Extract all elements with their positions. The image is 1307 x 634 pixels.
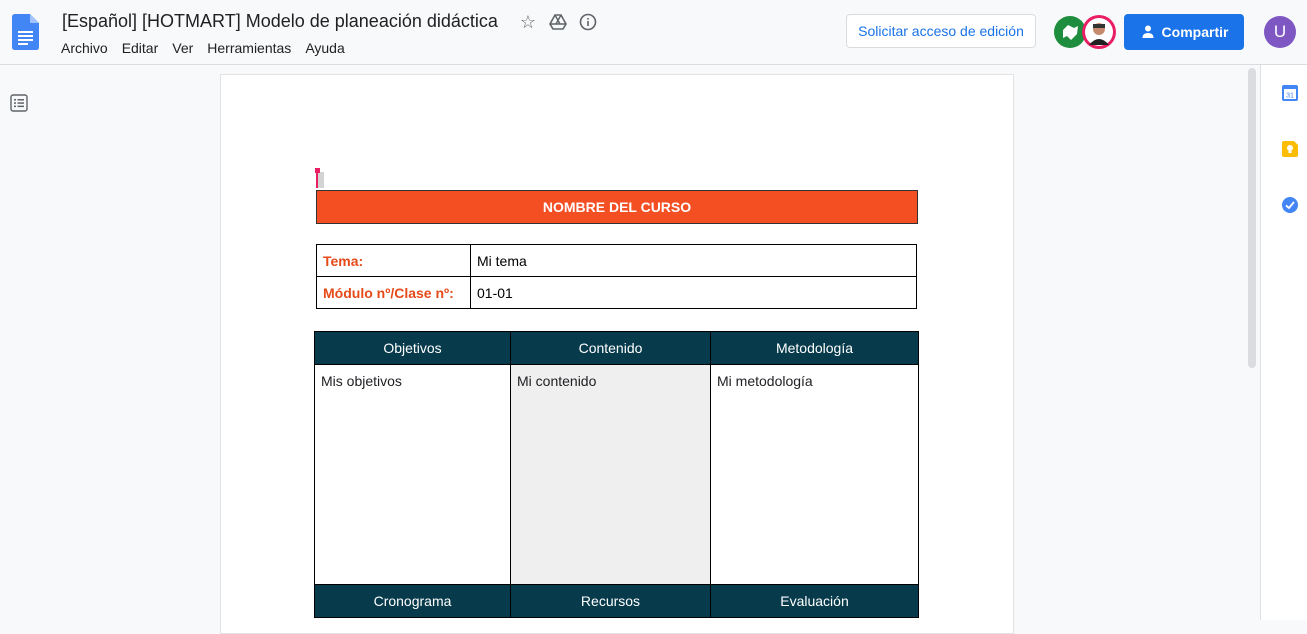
- topic-label[interactable]: Tema:: [316, 244, 471, 277]
- document-outline-icon[interactable]: [10, 94, 28, 112]
- column-header-objetivos[interactable]: Objetivos: [314, 331, 511, 365]
- keep-icon[interactable]: [1282, 141, 1298, 157]
- objectives-cell[interactable]: Mis objetivos: [314, 364, 511, 585]
- tasks-icon[interactable]: [1282, 197, 1298, 213]
- menu-archivo[interactable]: Archivo: [54, 37, 115, 59]
- menu-editar[interactable]: Editar: [115, 37, 166, 59]
- info-icon[interactable]: [578, 12, 598, 32]
- column-header-recursos[interactable]: Recursos: [510, 584, 711, 618]
- column-header-evaluacion[interactable]: Evaluación: [710, 584, 919, 618]
- docs-logo-icon[interactable]: [12, 14, 39, 50]
- collaborator-avatar[interactable]: [1082, 15, 1116, 49]
- person-add-icon: [1142, 25, 1154, 38]
- table-header-row: Cronograma Recursos Evaluación: [314, 584, 919, 618]
- table-row: Mis objetivos Mi contenido Mi metodologí…: [314, 364, 919, 585]
- menu-bar: Archivo Editar Ver Herramientas Ayuda: [54, 37, 352, 59]
- calendar-icon-text: 31: [1286, 93, 1294, 100]
- info-table: Tema: Mi tema Módulo nº/Clase nº: 01-01: [316, 244, 917, 309]
- collaborator-cursor: [315, 168, 320, 188]
- column-header-contenido[interactable]: Contenido: [510, 331, 711, 365]
- table-row: Tema: Mi tema: [316, 244, 917, 277]
- methodology-cell[interactable]: Mi metodología: [710, 364, 919, 585]
- side-panel: 31: [1260, 65, 1307, 620]
- column-header-metodologia[interactable]: Metodología: [710, 331, 919, 365]
- topic-value[interactable]: Mi tema: [470, 244, 917, 277]
- column-header-cronograma[interactable]: Cronograma: [314, 584, 511, 618]
- menu-herramientas[interactable]: Herramientas: [200, 37, 298, 59]
- share-button-label: Compartir: [1161, 24, 1229, 40]
- planning-table: Objetivos Contenido Metodología Mis obje…: [314, 331, 919, 618]
- menu-ayuda[interactable]: Ayuda: [298, 37, 351, 59]
- document-title[interactable]: [Español] [HOTMART] Modelo de planeación…: [62, 11, 498, 32]
- module-label[interactable]: Módulo nº/Clase nº:: [316, 276, 471, 309]
- content-cell[interactable]: Mi contenido: [510, 364, 711, 585]
- course-title-banner[interactable]: NOMBRE DEL CURSO: [316, 190, 918, 224]
- table-header-row: Objetivos Contenido Metodología: [314, 331, 919, 365]
- module-value[interactable]: 01-01: [470, 276, 917, 309]
- user-avatar[interactable]: U: [1264, 16, 1296, 48]
- app-header: [Español] [HOTMART] Modelo de planeación…: [0, 0, 1307, 65]
- menu-ver[interactable]: Ver: [165, 37, 200, 59]
- request-edit-access-button[interactable]: Solicitar acceso de edición: [846, 14, 1036, 48]
- star-icon[interactable]: ☆: [518, 12, 538, 32]
- table-row: Módulo nº/Clase nº: 01-01: [316, 276, 917, 309]
- calendar-icon[interactable]: 31: [1282, 85, 1298, 101]
- vertical-scrollbar[interactable]: [1248, 68, 1256, 368]
- share-button[interactable]: Compartir: [1124, 14, 1244, 50]
- drive-icon[interactable]: [548, 12, 568, 32]
